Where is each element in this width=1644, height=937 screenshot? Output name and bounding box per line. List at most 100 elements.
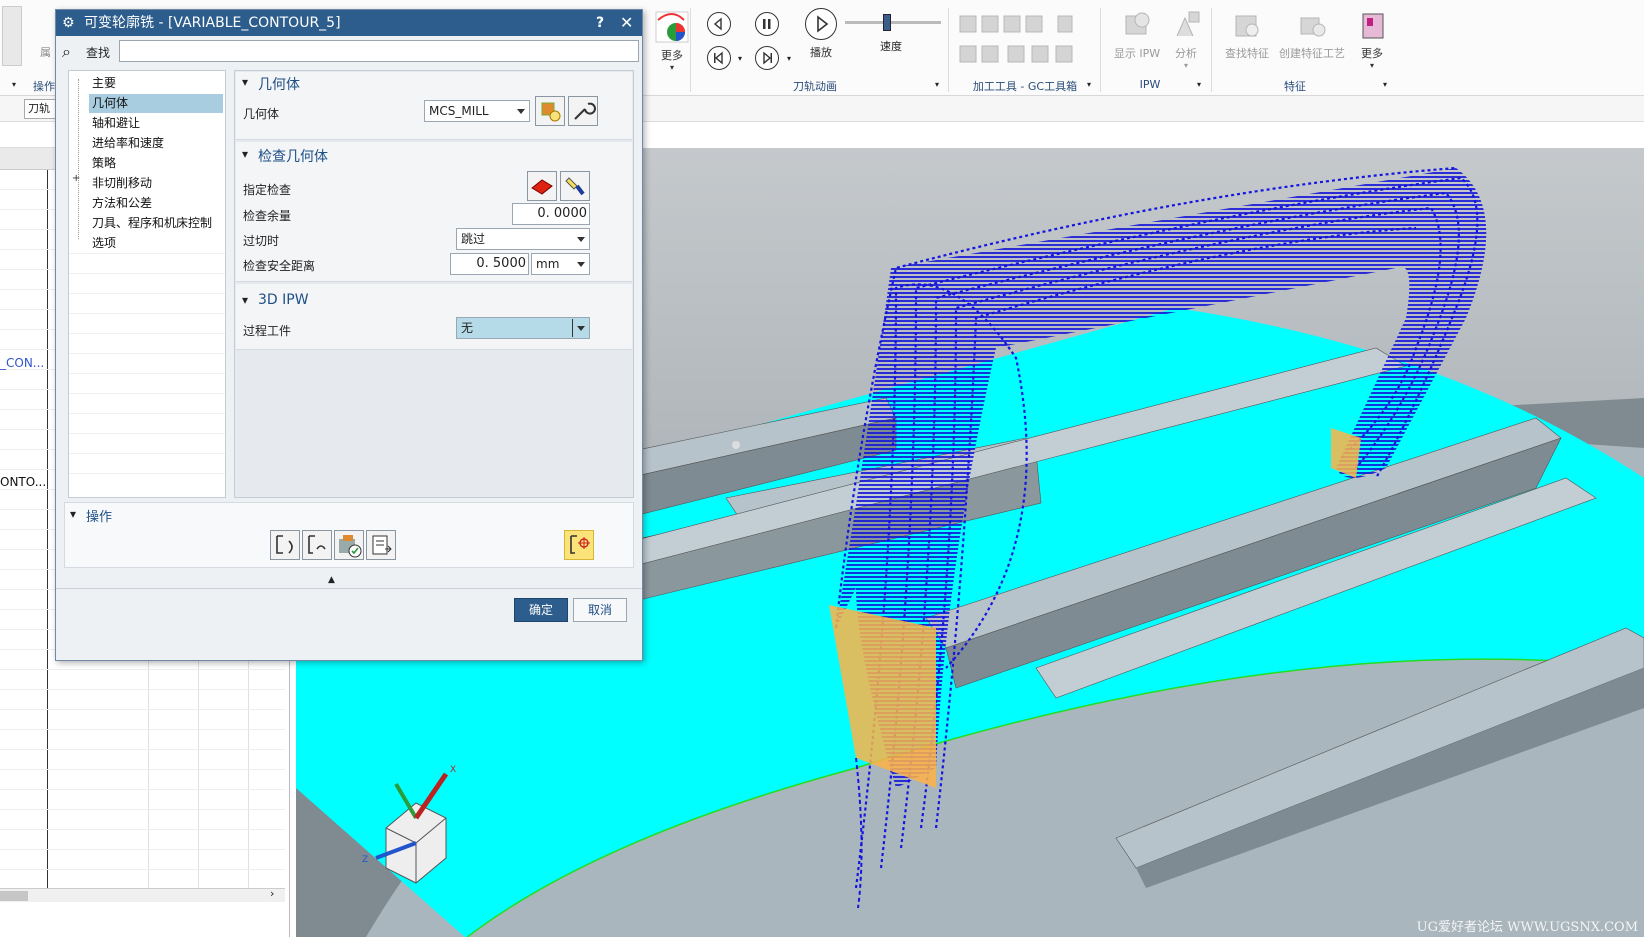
svg-text:Z: Z <box>362 855 368 865</box>
find-feature-button[interactable]: 查找特征 <box>1220 8 1274 61</box>
list-button[interactable] <box>366 530 396 560</box>
collapse-triangle-icon[interactable]: ▾ <box>242 293 248 307</box>
new-geometry-button[interactable] <box>535 96 565 126</box>
process-workpiece-select[interactable]: 无 <box>456 317 590 339</box>
help-button[interactable]: ? <box>596 10 604 36</box>
find-input[interactable] <box>119 40 639 62</box>
display-ipw-label: 显示 IPW <box>1113 47 1161 60</box>
collapse-triangle-icon[interactable]: ▾ <box>70 507 76 521</box>
chevron-down-icon[interactable]: ▾ <box>1197 80 1201 89</box>
navigator-item-variable-contour-2[interactable]: ONTO... <box>0 475 46 489</box>
navigator-row[interactable] <box>0 870 285 890</box>
chevron-down-icon: ▾ <box>1183 61 1188 70</box>
rewind-icon <box>714 51 723 65</box>
show-check-button[interactable] <box>560 171 590 201</box>
specify-check-label: 指定检查 <box>243 183 292 197</box>
tree-item-1[interactable]: 几何体 <box>89 94 223 113</box>
binoculars-icon: ⌕ <box>62 42 71 61</box>
geometry-select[interactable]: MCS_MILL <box>424 100 530 122</box>
on-gouge-select[interactable]: 跳过 <box>456 228 590 250</box>
process-workpiece-value: 无 <box>461 321 474 335</box>
machining-tools-icons <box>958 12 1093 72</box>
ipw-icon <box>1125 12 1150 35</box>
tree-item-7[interactable]: 刀具、程序和机床控制 <box>89 214 215 233</box>
navigator-row[interactable] <box>0 790 285 810</box>
collapse-triangle-icon[interactable]: ▾ <box>242 75 248 89</box>
navigator-row[interactable] <box>0 730 285 750</box>
play-button[interactable] <box>805 8 837 40</box>
list-toolpath-icon <box>372 535 392 555</box>
chevron-down-icon[interactable]: ▾ <box>935 80 939 89</box>
fast-forward-button[interactable] <box>755 46 779 70</box>
chevron-down-icon[interactable]: ▾ <box>787 54 791 63</box>
close-button[interactable]: ✕ <box>620 10 633 36</box>
chevron-down-icon[interactable]: ▾ <box>1383 80 1387 89</box>
rewind-button[interactable] <box>707 46 731 70</box>
ribbon-left-icon[interactable] <box>2 6 22 66</box>
replay-toolpath-icon <box>308 535 326 554</box>
tree-item-3[interactable]: 进给率和速度 <box>89 134 167 153</box>
navigator-row[interactable] <box>0 710 285 730</box>
speed-slider-handle[interactable] <box>883 14 891 31</box>
collapse-triangle-icon[interactable]: ▾ <box>242 147 248 161</box>
ribbon-group-animation: 刀轨动画 <box>793 80 837 93</box>
navigator-row[interactable] <box>0 850 285 870</box>
edit-geometry-button[interactable] <box>568 96 598 126</box>
verify-button[interactable] <box>334 530 364 560</box>
speed-slider[interactable] <box>845 21 941 24</box>
clearance-unit-select[interactable]: mm <box>531 253 590 275</box>
scrollbar-thumb[interactable] <box>0 891 28 901</box>
cancel-button[interactable]: 取消 <box>573 598 627 622</box>
expand-plus-icon[interactable]: + <box>72 173 80 184</box>
simulate-button[interactable] <box>564 530 594 560</box>
section-3d-ipw-header[interactable]: 3D IPW <box>258 292 309 308</box>
analyze-button[interactable]: 分析 ▾ <box>1168 8 1204 70</box>
dialog-title-bar[interactable]: ⚙ 可变轮廓铣 - [VARIABLE_CONTOUR_5] ? ✕ <box>56 10 642 36</box>
select-check-button[interactable] <box>527 171 557 201</box>
feature-more-icon <box>1362 13 1384 39</box>
navigator-row[interactable] <box>0 690 285 710</box>
simulate-icon <box>570 535 590 554</box>
chevron-down-icon[interactable]: ▾ <box>1087 80 1091 89</box>
check-body-icon <box>531 179 553 195</box>
tree-item-5[interactable]: 非切削移动 <box>89 174 155 193</box>
navigator-row[interactable] <box>0 830 285 850</box>
fast-forward-icon <box>763 51 772 65</box>
generate-button[interactable] <box>270 530 300 560</box>
check-clearance-input[interactable]: 0. 5000 <box>450 253 529 275</box>
chevron-down-icon[interactable]: ▾ <box>738 54 742 63</box>
more-label-2: 更多 <box>1361 47 1383 60</box>
tree-item-6[interactable]: 方法和公差 <box>89 194 155 213</box>
section-geometry-header[interactable]: 几何体 <box>258 74 300 94</box>
display-ipw-button[interactable]: 显示 IPW <box>1110 8 1164 61</box>
step-back-icon <box>713 17 722 31</box>
horizontal-scrollbar[interactable]: › <box>0 887 285 902</box>
navigator-row[interactable] <box>0 770 285 790</box>
analyze-label: 分析 <box>1175 47 1197 60</box>
variable-contour-dialog: ⚙ 可变轮廓铣 - [VARIABLE_CONTOUR_5] ? ✕ ⌕ 查找 … <box>55 9 643 661</box>
more-button-2[interactable]: 更多 ▾ <box>1352 8 1392 70</box>
check-stock-input[interactable]: 0. 0000 <box>512 203 590 225</box>
chevron-right-icon[interactable]: › <box>270 887 274 900</box>
tree-item-2[interactable]: 轴和避让 <box>89 114 143 133</box>
find-label: 查找 <box>86 46 111 60</box>
more-button-1[interactable]: 更多 ▾ <box>652 10 692 72</box>
collapse-dialog-arrow-icon[interactable]: ▲ <box>328 575 335 585</box>
chevron-down-icon[interactable]: ▾ <box>12 80 16 89</box>
navigator-row[interactable] <box>0 810 285 830</box>
replay-button[interactable] <box>302 530 332 560</box>
more-label-1: 更多 <box>661 49 683 62</box>
section-check-header[interactable]: 检查几何体 <box>258 146 328 166</box>
navigator-row[interactable] <box>0 750 285 770</box>
ok-button[interactable]: 确定 <box>514 598 568 622</box>
section-actions-header[interactable]: 操作 <box>86 506 112 525</box>
tree-item-4[interactable]: 策略 <box>89 154 119 173</box>
geometry-select-value: MCS_MILL <box>429 104 489 118</box>
create-feature-process-button[interactable]: 创建特征工艺 <box>1276 8 1348 61</box>
tree-item-8[interactable]: 选项 <box>89 234 119 253</box>
tree-item-0[interactable]: 主要 <box>89 74 119 93</box>
step-back-button[interactable] <box>707 12 731 36</box>
pause-button[interactable] <box>755 12 779 36</box>
navigator-row[interactable] <box>0 670 285 690</box>
navigator-item-variable-contour-1[interactable]: _CON... <box>0 356 44 370</box>
